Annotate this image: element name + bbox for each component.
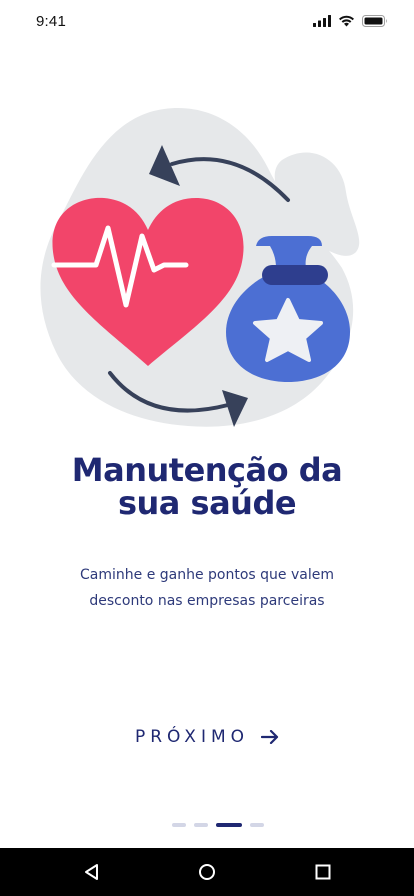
home-circle-icon[interactable]	[197, 862, 217, 882]
subtitle-line-2: desconto nas empresas parceiras	[89, 593, 325, 609]
battery-icon	[362, 15, 387, 27]
status-bar: 9:41	[0, 0, 414, 46]
page-dot-1	[172, 823, 186, 827]
back-triangle-icon[interactable]	[82, 862, 102, 882]
arrow-right-icon	[261, 730, 279, 744]
cellular-signal-icon	[313, 15, 331, 27]
page-dot-3-active	[216, 823, 242, 827]
android-nav-bar	[0, 848, 414, 896]
next-button-label: PRÓXIMO	[134, 727, 250, 747]
health-rewards-illustration	[40, 108, 360, 427]
onboarding-title: Manutenção da sua saúde	[0, 454, 414, 520]
page-dot-2	[194, 823, 208, 827]
title-line-2: sua saúde	[117, 484, 297, 522]
status-time: 9:41	[36, 13, 66, 30]
page-indicator	[172, 823, 264, 827]
wifi-icon	[339, 15, 354, 27]
next-button[interactable]: PRÓXIMO	[0, 722, 414, 752]
onboarding-subtitle: Caminhe e ganhe pontos que valem descont…	[0, 562, 414, 614]
subtitle-line-1: Caminhe e ganhe pontos que valem	[80, 567, 334, 583]
page-dot-4	[250, 823, 264, 827]
recents-square-icon[interactable]	[313, 862, 333, 882]
status-icons	[313, 14, 388, 28]
